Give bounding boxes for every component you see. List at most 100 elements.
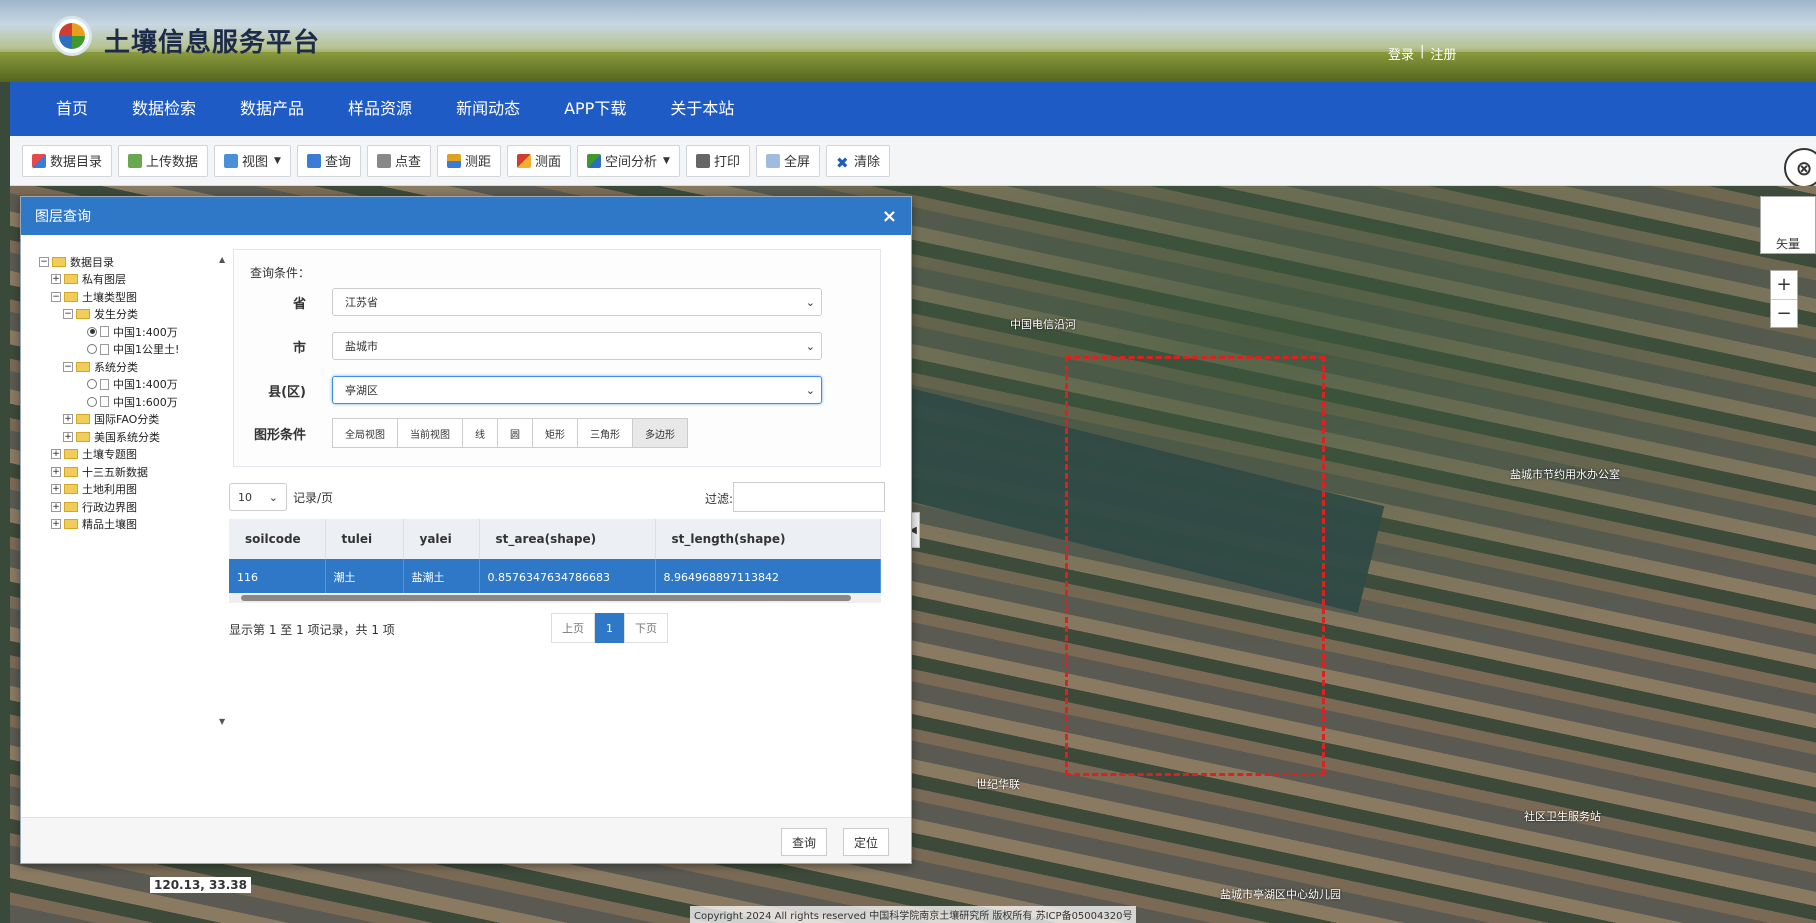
city-select[interactable]: 盐城市 ⌄ (332, 332, 822, 360)
expand-toggle-icon[interactable]: + (51, 449, 61, 460)
shape-polygon-button[interactable]: 多边形 (632, 418, 688, 448)
shape-global-view-button[interactable]: 全局视图 (332, 418, 397, 448)
compass-icon[interactable]: ⊗ (1784, 148, 1816, 188)
table-header-row: soilcode tulei yalei st_area(shape) st_l… (229, 519, 881, 559)
scroll-up-icon[interactable]: ▲ (219, 255, 225, 264)
measure-area-button[interactable]: 测面 (507, 144, 572, 177)
coordinate-readout: 120.13, 33.38 (150, 877, 251, 893)
expand-toggle-icon[interactable]: + (63, 431, 73, 442)
shape-triangle-button[interactable]: 三角形 (577, 418, 632, 448)
collapse-toggle-icon[interactable]: − (51, 291, 61, 302)
radio-icon[interactable] (87, 344, 97, 355)
tree-leaf[interactable]: 中国1:400万 (39, 323, 239, 341)
page-size-value: 10 (238, 490, 252, 504)
print-button[interactable]: 打印 (685, 144, 750, 177)
radio-selected-icon[interactable] (87, 326, 97, 337)
city-row: 市 盐城市 ⌄ (234, 332, 882, 360)
current-page-button[interactable]: 1 (595, 613, 624, 643)
nav-app-download[interactable]: APP下载 (542, 82, 648, 136)
catalog-button[interactable]: 数据目录 (22, 144, 113, 177)
query-result-polygon (1065, 356, 1325, 776)
expand-toggle-icon[interactable]: + (51, 501, 61, 512)
tree-node[interactable]: + 行政边界图 (39, 498, 239, 516)
collapse-toggle-icon[interactable]: − (39, 256, 49, 267)
radio-icon[interactable] (87, 396, 97, 407)
expand-toggle-icon[interactable]: + (51, 466, 61, 477)
radio-icon[interactable] (87, 379, 97, 390)
next-page-button[interactable]: 下页 (624, 613, 668, 643)
scrollbar-thumb[interactable] (241, 595, 851, 601)
tree-node[interactable]: + 国际FAO分类 (39, 411, 239, 429)
clear-button[interactable]: ✖ 清除 (826, 144, 891, 177)
column-header[interactable]: tulei (325, 519, 404, 559)
tree-node[interactable]: + 十三五新数据 (39, 463, 239, 481)
province-select[interactable]: 江苏省 ⌄ (332, 288, 822, 316)
folder-icon (64, 484, 78, 495)
collapse-toggle-icon[interactable]: − (63, 309, 73, 320)
shape-circle-button[interactable]: 圆 (497, 418, 532, 448)
tree-node[interactable]: − 发生分类 (39, 306, 239, 324)
spatial-analysis-dropdown[interactable]: 空间分析 ▼ (577, 144, 680, 177)
dialog-title: 图层查询 (35, 209, 91, 225)
tree-node[interactable]: + 土壤专题图 (39, 446, 239, 464)
expand-toggle-icon[interactable]: + (51, 519, 61, 530)
page-size-select[interactable]: 10 ⌄ (229, 483, 287, 511)
tree-leaf[interactable]: 中国1:400万 (39, 376, 239, 394)
tree-node[interactable]: + 土地利用图 (39, 481, 239, 499)
chevron-down-icon: ⌄ (805, 383, 815, 397)
login-link[interactable]: 登录 (1388, 44, 1414, 63)
horizontal-scrollbar[interactable] (229, 593, 881, 603)
auth-separator: | (1420, 44, 1425, 59)
column-header[interactable]: soilcode (229, 519, 326, 559)
locate-button[interactable]: 定位 (843, 828, 890, 856)
tree-node[interactable]: − 土壤类型图 (39, 288, 239, 306)
table-row[interactable]: 116 潮土 盐潮土 0.8576347634786683 8.96496889… (229, 559, 881, 595)
tree-node[interactable]: + 精品土壤图 (39, 516, 239, 534)
tree-label: 中国1:600万 (113, 395, 178, 409)
column-header[interactable]: st_area(shape) (479, 519, 656, 559)
collapse-toggle-icon[interactable]: − (63, 361, 73, 372)
tree-node[interactable]: + 私有图层 (39, 271, 239, 289)
nav-data-search[interactable]: 数据检索 (110, 82, 218, 136)
tree-leaf[interactable]: 中国1公里土! (39, 341, 239, 359)
expand-toggle-icon[interactable]: + (51, 274, 61, 285)
filter-input[interactable] (733, 482, 885, 512)
nav-sample-resources[interactable]: 样品资源 (326, 82, 434, 136)
measure-distance-button[interactable]: 测距 (437, 144, 502, 177)
nav-home[interactable]: 首页 (46, 82, 110, 136)
fullscreen-button[interactable]: 全屏 (755, 144, 820, 177)
zoom-in-button[interactable]: + (1771, 271, 1797, 299)
tree-leaf[interactable]: 中国1:600万 (39, 393, 239, 411)
tree-node[interactable]: − 系统分类 (39, 358, 239, 376)
map-type-switch[interactable]: 矢量 (1760, 196, 1816, 254)
query-submit-button[interactable]: 查询 (781, 828, 828, 856)
shape-line-button[interactable]: 线 (462, 418, 497, 448)
tree-node[interactable]: − 数据目录 (39, 253, 239, 271)
expand-toggle-icon[interactable]: + (63, 414, 73, 425)
nav-news[interactable]: 新闻动态 (434, 82, 542, 136)
view-dropdown[interactable]: 视图 ▼ (214, 144, 291, 177)
expand-toggle-icon[interactable]: + (51, 484, 61, 495)
site-logo[interactable] (52, 16, 92, 56)
register-link[interactable]: 注册 (1430, 44, 1456, 63)
column-header[interactable]: yalei (403, 519, 480, 559)
zoom-out-button[interactable]: − (1771, 299, 1797, 327)
upload-button[interactable]: 上传数据 (118, 144, 209, 177)
shape-rectangle-button[interactable]: 矩形 (532, 418, 577, 448)
table-cell: 0.8576347634786683 (479, 559, 656, 595)
shape-current-view-button[interactable]: 当前视图 (397, 418, 462, 448)
point-query-button[interactable]: 点查 (366, 144, 431, 177)
pagination: 上页 1 下页 (551, 613, 668, 643)
query-button[interactable]: 查询 (296, 144, 361, 177)
chevron-down-icon: ⌄ (805, 339, 815, 353)
tree-node[interactable]: + 美国系统分类 (39, 428, 239, 446)
tree-label: 土地利用图 (82, 483, 137, 497)
column-header[interactable]: st_length(shape) (655, 519, 881, 559)
nav-data-products[interactable]: 数据产品 (218, 82, 326, 136)
scroll-down-icon[interactable]: ▼ (219, 717, 225, 726)
close-icon[interactable]: × (882, 206, 897, 227)
county-select[interactable]: 亭湖区 ⌄ (332, 376, 822, 404)
prev-page-button[interactable]: 上页 (551, 613, 595, 643)
table-cell: 116 (229, 559, 326, 595)
nav-about[interactable]: 关于本站 (648, 82, 756, 136)
